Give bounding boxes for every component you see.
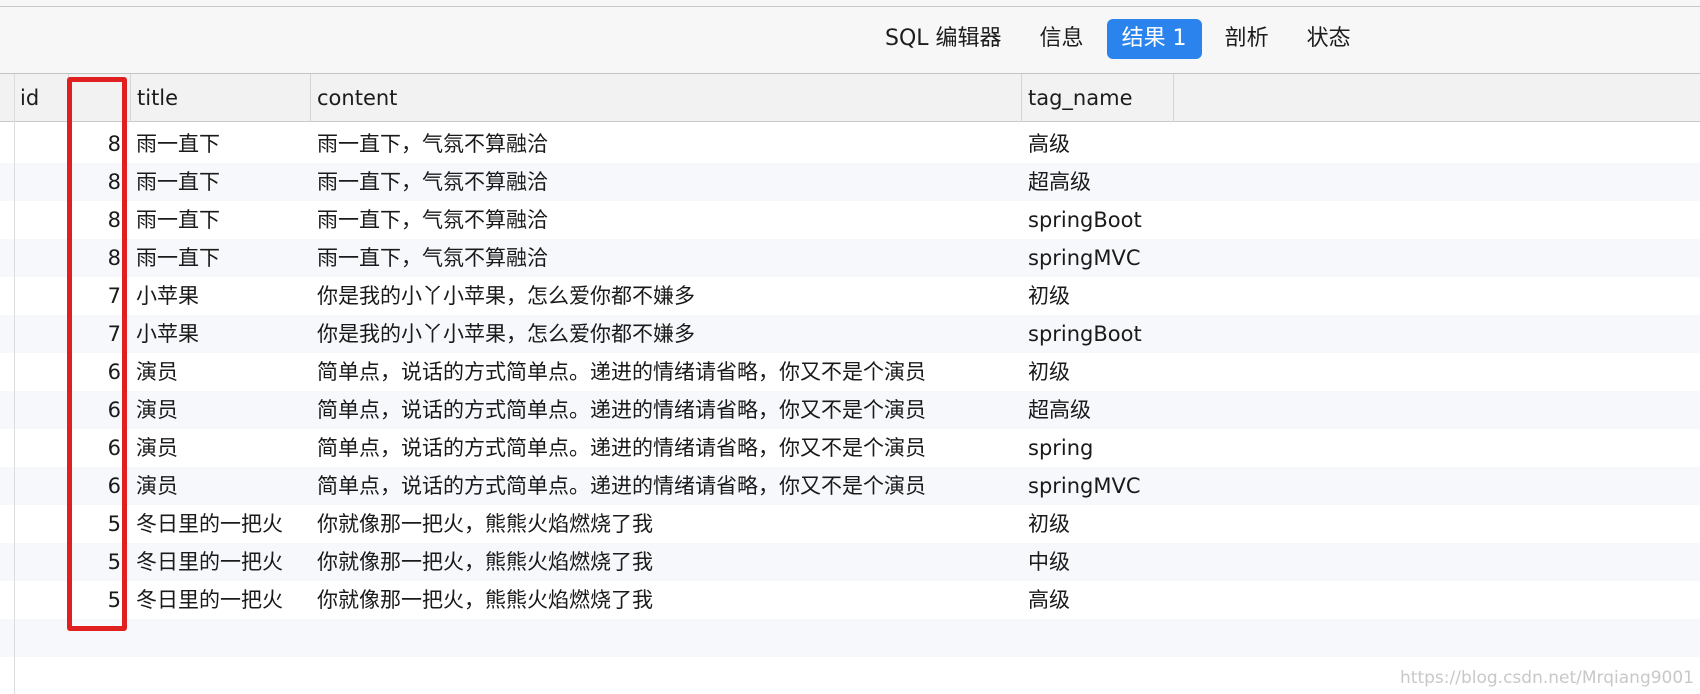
cell-tag-name[interactable]: springMVC xyxy=(1028,467,1688,505)
table-row[interactable]: 8 雨一直下 雨一直下，气氛不算融洽 springMVC xyxy=(0,239,1700,277)
column-header-blank[interactable] xyxy=(69,74,131,122)
sql-result-window: SQL 编辑器 信息 结果 1 剖析 状态 id title content t… xyxy=(0,0,1700,694)
cell-id[interactable]: 8 xyxy=(69,201,121,239)
table-row[interactable]: 5 冬日里的一把火 你就像那一把火，熊熊火焰燃烧了我 初级 xyxy=(0,505,1700,543)
cell-title[interactable]: 小苹果 xyxy=(136,277,306,315)
cell-title[interactable]: 演员 xyxy=(136,467,306,505)
cell-tag-name[interactable]: 初级 xyxy=(1028,505,1688,543)
cell-content[interactable]: 雨一直下，气氛不算融洽 xyxy=(317,239,1017,277)
cell-tag-name[interactable]: 超高级 xyxy=(1028,163,1688,201)
column-header-title[interactable]: title xyxy=(131,74,311,122)
column-header-tag-name[interactable]: tag_name xyxy=(1022,74,1174,122)
tab-sql-editor[interactable]: SQL 编辑器 xyxy=(870,19,1017,59)
grid-header: id title content tag_name xyxy=(0,74,1700,122)
cell-title[interactable]: 冬日里的一把火 xyxy=(136,505,306,543)
table-row[interactable]: 5 冬日里的一把火 你就像那一把火，熊熊火焰燃烧了我 中级 xyxy=(0,543,1700,581)
cell-id[interactable]: 7 xyxy=(69,315,121,353)
cell-id[interactable]: 8 xyxy=(69,125,121,163)
cell-content[interactable]: 你就像那一把火，熊熊火焰燃烧了我 xyxy=(317,581,1017,619)
cell-tag-name[interactable]: 高级 xyxy=(1028,125,1688,163)
cell-content[interactable]: 雨一直下，气氛不算融洽 xyxy=(317,163,1017,201)
cell-title[interactable]: 雨一直下 xyxy=(136,125,306,163)
cell-content[interactable]: 你就像那一把火，熊熊火焰燃烧了我 xyxy=(317,505,1017,543)
watermark: https://blog.csdn.net/Mrqiang9001 xyxy=(1400,668,1694,688)
cell-tag-name[interactable]: 超高级 xyxy=(1028,391,1688,429)
cell-id[interactable]: 6 xyxy=(69,353,121,391)
cell-tag-name[interactable]: 中级 xyxy=(1028,543,1688,581)
column-header-content[interactable]: content xyxy=(311,74,1022,122)
cell-content[interactable]: 你就像那一把火，熊熊火焰燃烧了我 xyxy=(317,543,1017,581)
cell-id[interactable]: 5 xyxy=(69,543,121,581)
cell-tag-name[interactable]: spring xyxy=(1028,429,1688,467)
cell-tag-name[interactable]: 初级 xyxy=(1028,277,1688,315)
result-grid[interactable]: id title content tag_name 8 雨一直下 雨一直下，气氛不算… xyxy=(0,74,1700,694)
cell-content[interactable]: 简单点，说话的方式简单点。递进的情绪请省略，你又不是个演员 xyxy=(317,467,1017,505)
cell-content[interactable]: 简单点，说话的方式简单点。递进的情绪请省略，你又不是个演员 xyxy=(317,353,1017,391)
cell-content[interactable]: 你是我的小丫小苹果，怎么爱你都不嫌多 xyxy=(317,277,1017,315)
table-row[interactable]: 6 演员 简单点，说话的方式简单点。递进的情绪请省略，你又不是个演员 springMV… xyxy=(0,467,1700,505)
empty-row xyxy=(0,619,1700,657)
cell-title[interactable]: 小苹果 xyxy=(136,315,306,353)
tab-info[interactable]: 信息 xyxy=(1025,19,1099,59)
cell-tag-name[interactable]: 高级 xyxy=(1028,581,1688,619)
table-row[interactable]: 6 演员 简单点，说话的方式简单点。递进的情绪请省略，你又不是个演员 初级 xyxy=(0,353,1700,391)
cell-tag-name[interactable]: 初级 xyxy=(1028,353,1688,391)
left-gutter-divider xyxy=(14,74,15,694)
tab-bar: SQL 编辑器 信息 结果 1 剖析 状态 xyxy=(870,19,1374,59)
cell-content[interactable]: 雨一直下，气氛不算融洽 xyxy=(317,125,1017,163)
cell-tag-name[interactable]: springBoot xyxy=(1028,201,1688,239)
cell-title[interactable]: 演员 xyxy=(136,391,306,429)
cell-id[interactable]: 7 xyxy=(69,277,121,315)
cell-title[interactable]: 冬日里的一把火 xyxy=(136,581,306,619)
cell-title[interactable]: 雨一直下 xyxy=(136,163,306,201)
cell-id[interactable]: 5 xyxy=(69,505,121,543)
cell-id[interactable]: 6 xyxy=(69,429,121,467)
table-row[interactable]: 6 演员 简单点，说话的方式简单点。递进的情绪请省略，你又不是个演员 超高级 xyxy=(0,391,1700,429)
table-row[interactable]: 8 雨一直下 雨一直下，气氛不算融洽 超高级 xyxy=(0,163,1700,201)
tab-profile[interactable]: 剖析 xyxy=(1210,19,1284,59)
cell-id[interactable]: 5 xyxy=(69,581,121,619)
cell-title[interactable]: 冬日里的一把火 xyxy=(136,543,306,581)
cell-title[interactable]: 雨一直下 xyxy=(136,239,306,277)
cell-tag-name[interactable]: springMVC xyxy=(1028,239,1688,277)
cell-id[interactable]: 6 xyxy=(69,391,121,429)
table-row[interactable]: 7 小苹果 你是我的小丫小苹果，怎么爱你都不嫌多 springBoot xyxy=(0,315,1700,353)
cell-id[interactable]: 6 xyxy=(69,467,121,505)
table-row[interactable]: 6 演员 简单点，说话的方式简单点。递进的情绪请省略，你又不是个演员 spring xyxy=(0,429,1700,467)
column-header-id[interactable]: id xyxy=(14,74,69,122)
tab-status[interactable]: 状态 xyxy=(1292,19,1366,59)
cell-id[interactable]: 8 xyxy=(69,163,121,201)
grid-body: 8 雨一直下 雨一直下，气氛不算融洽 高级 8 雨一直下 雨一直下，气氛不算融洽 超高级 8 雨一… xyxy=(0,125,1700,694)
cell-content[interactable]: 简单点，说话的方式简单点。递进的情绪请省略，你又不是个演员 xyxy=(317,391,1017,429)
cell-content[interactable]: 雨一直下，气氛不算融洽 xyxy=(317,201,1017,239)
cell-content[interactable]: 你是我的小丫小苹果，怎么爱你都不嫌多 xyxy=(317,315,1017,353)
cell-title[interactable]: 演员 xyxy=(136,429,306,467)
table-row[interactable]: 8 雨一直下 雨一直下，气氛不算融洽 高级 xyxy=(0,125,1700,163)
cell-title[interactable]: 雨一直下 xyxy=(136,201,306,239)
cell-id[interactable]: 8 xyxy=(69,239,121,277)
table-row[interactable]: 5 冬日里的一把火 你就像那一把火，熊熊火焰燃烧了我 高级 xyxy=(0,581,1700,619)
table-row[interactable]: 8 雨一直下 雨一直下，气氛不算融洽 springBoot xyxy=(0,201,1700,239)
cell-title[interactable]: 演员 xyxy=(136,353,306,391)
toolbar: SQL 编辑器 信息 结果 1 剖析 状态 xyxy=(0,6,1700,74)
tab-result-1[interactable]: 结果 1 xyxy=(1106,19,1202,59)
cell-tag-name[interactable]: springBoot xyxy=(1028,315,1688,353)
table-row[interactable]: 7 小苹果 你是我的小丫小苹果，怎么爱你都不嫌多 初级 xyxy=(0,277,1700,315)
cell-content[interactable]: 简单点，说话的方式简单点。递进的情绪请省略，你又不是个演员 xyxy=(317,429,1017,467)
